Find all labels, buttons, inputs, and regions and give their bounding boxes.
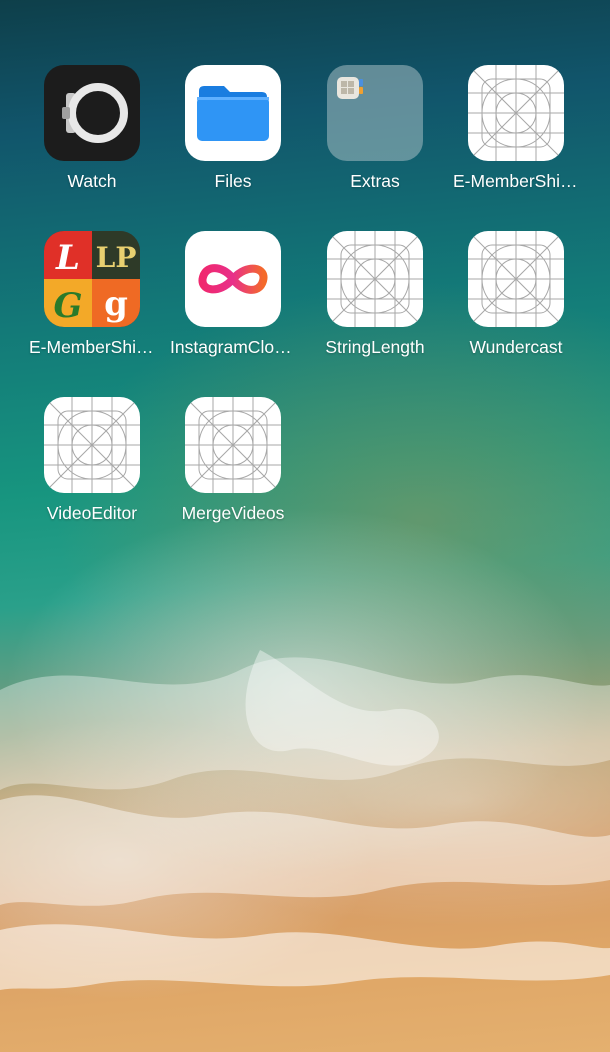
placeholder-app-icon — [468, 231, 564, 327]
app-files[interactable]: Files — [168, 65, 298, 191]
lgp-logo-app-icon: L LP G g — [44, 231, 140, 327]
placeholder-app-icon — [185, 397, 281, 493]
files-app-icon — [185, 65, 281, 161]
app-folder-extras[interactable]: Extras — [310, 65, 440, 191]
app-videoeditor[interactable]: VideoEditor — [27, 397, 157, 523]
app-mergevideos[interactable]: MergeVideos — [168, 397, 298, 523]
app-emembership-1[interactable]: E-MemberShip... — [451, 65, 581, 191]
app-stringlength[interactable]: StringLength — [310, 231, 440, 357]
placeholder-app-icon — [468, 65, 564, 161]
watch-app-icon — [44, 65, 140, 161]
app-instagram-clone[interactable]: InstagramClon... — [168, 231, 298, 357]
app-wundercast[interactable]: Wundercast — [451, 231, 581, 357]
app-watch[interactable]: Watch — [27, 65, 157, 191]
placeholder-app-icon — [327, 231, 423, 327]
folder-icon — [327, 65, 423, 161]
lgp-letter-1: L — [55, 238, 80, 278]
placeholder-app-icon — [44, 397, 140, 493]
lgp-letter-2: LP — [96, 241, 137, 274]
lgp-letter-3: G — [53, 286, 82, 326]
lgp-letter-4: g — [104, 284, 128, 324]
app-emembership-2[interactable]: L LP G g E-MemberShip... — [27, 231, 157, 357]
infinity-app-icon — [185, 231, 281, 327]
